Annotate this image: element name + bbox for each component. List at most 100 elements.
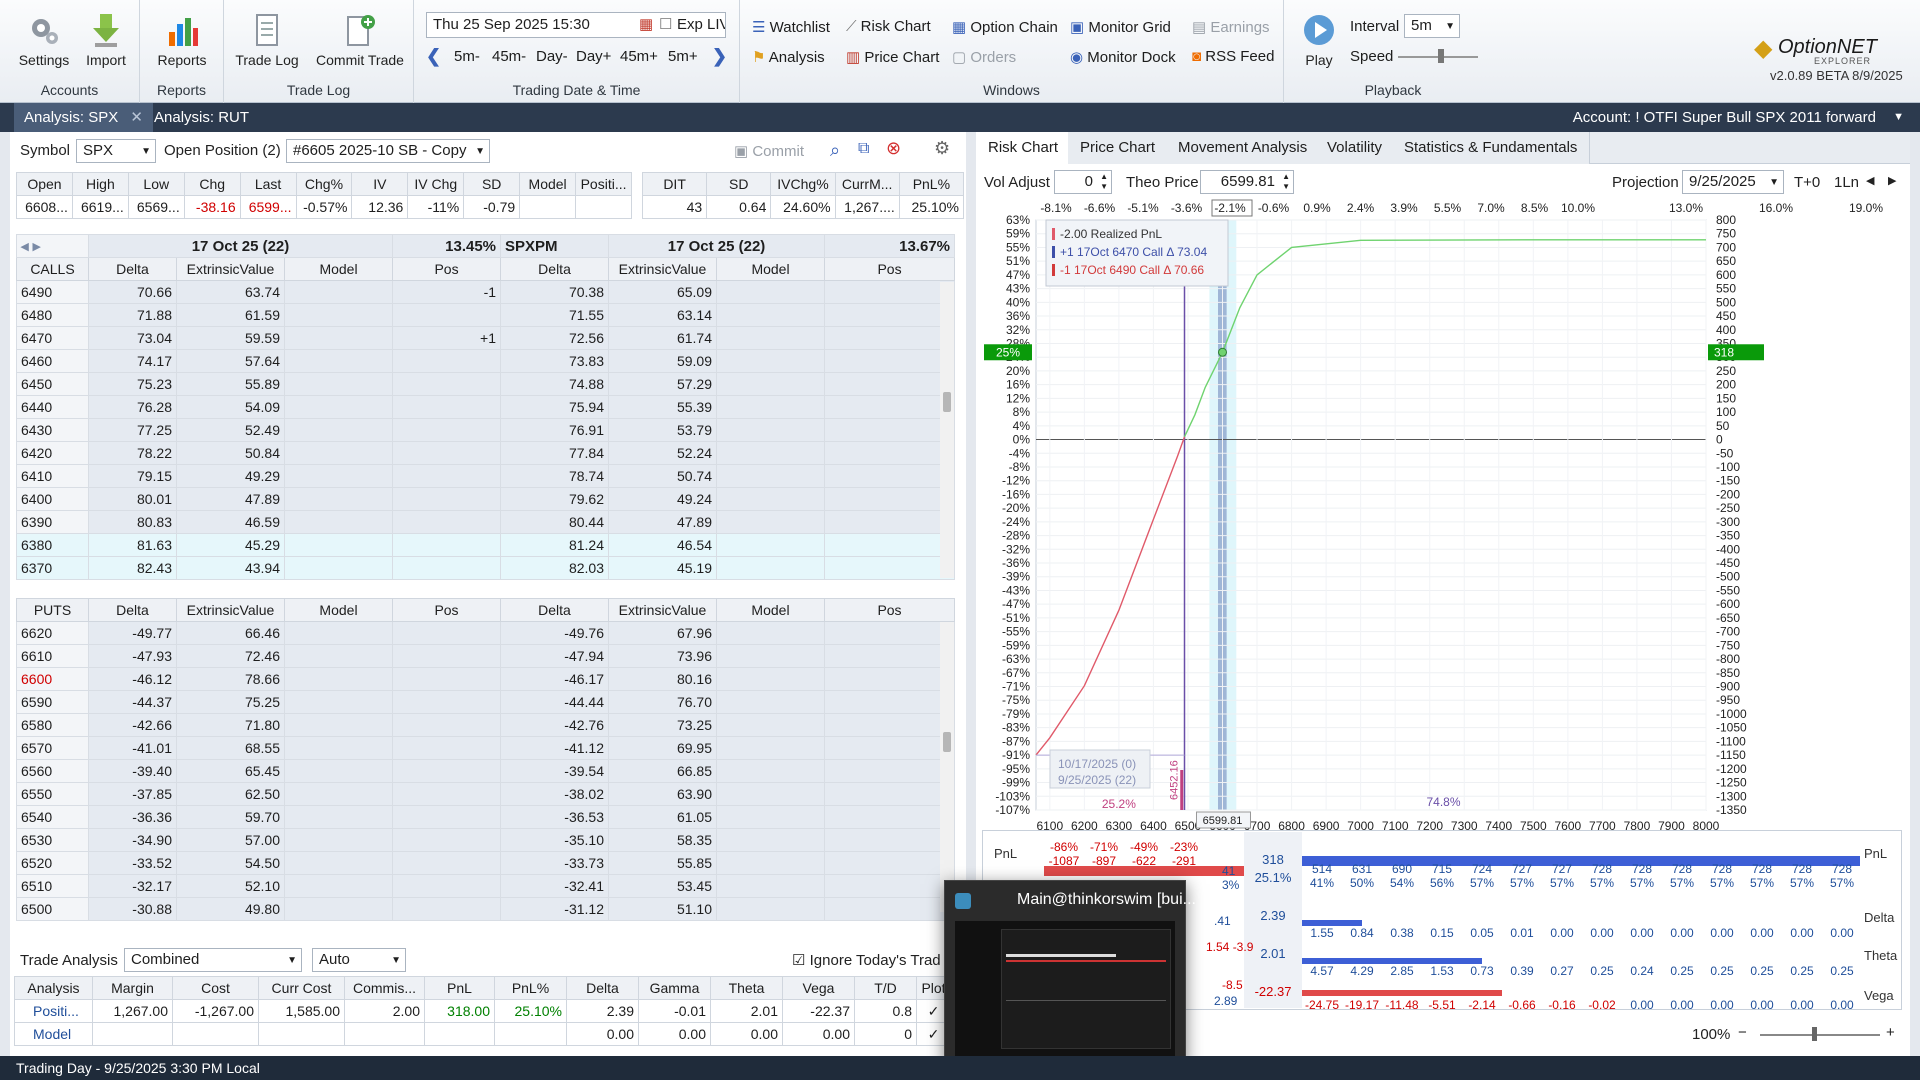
reports-button[interactable]: Reports (152, 12, 212, 68)
pos-cell (392, 418, 502, 442)
commit-trade-button[interactable]: Commit Trade (312, 12, 408, 68)
interval-select[interactable]: 5m ▼ (1404, 14, 1460, 38)
monitor-dock-button[interactable]: ◉ Monitor Dock (1070, 48, 1176, 66)
delete-icon[interactable]: ⊗ (886, 138, 901, 159)
put-row[interactable]: 6580 -42.66 71.80 -42.76 73.25 (16, 713, 955, 737)
put-row[interactable]: 6590 -44.37 75.25 -44.44 76.70 (16, 690, 955, 714)
step-day-back[interactable]: Day- (536, 48, 568, 65)
tab-price-chart[interactable]: Price Chart (1068, 132, 1169, 164)
put-row[interactable]: 6620 -49.77 66.46 -49.76 67.96 (16, 621, 955, 645)
watchlist-button[interactable]: ☰ Watchlist (752, 18, 830, 36)
call-row[interactable]: 6440 76.28 54.09 75.94 55.39 (16, 395, 956, 419)
put-row[interactable]: 6570 -41.01 68.55 -41.12 69.95 (16, 736, 955, 760)
rss-feed-button[interactable]: ◙ RSS Feed (1192, 48, 1274, 65)
gear-icon[interactable]: ⚙ (934, 138, 950, 159)
tab-volatility[interactable]: Volatility (1315, 132, 1396, 164)
exp-live-checkbox[interactable]: ☐ (659, 15, 672, 35)
put-row[interactable]: 6610 -47.93 72.46 -47.94 73.96 (16, 644, 955, 668)
zoom-slider[interactable] (1760, 1034, 1880, 1036)
model-cell (716, 713, 825, 737)
trade-analysis-row[interactable]: Positi... 1,267.00 -1,267.00 1,585.00 2.00 31… (14, 999, 951, 1023)
call-row[interactable]: 6390 80.83 46.59 80.44 47.89 (16, 510, 956, 534)
call-row[interactable]: 6380 81.63 45.29 81.24 46.54 (16, 533, 956, 557)
risk-chart[interactable]: 63% 800 59% 750 55% 700 51% 650 47% 600 43% 550 40% 5… (976, 198, 1910, 890)
copy-icon[interactable]: ⧉ (858, 140, 869, 158)
projection-date-select[interactable]: 9/25/2025 ▼ (1682, 170, 1784, 194)
account-selector[interactable]: Account: ! OTFI Super Bull SPX 2011 forw… (1573, 103, 1876, 132)
settings-button[interactable]: Settings (14, 12, 74, 68)
monitor-grid-button[interactable]: ▣ Monitor Grid (1070, 18, 1171, 36)
spinner-icon[interactable]: ▲ ▼ (1282, 172, 1290, 192)
close-icon[interactable]: ✕ (130, 109, 143, 126)
calendar-icon[interactable]: ▦ (639, 15, 653, 35)
calls-scrollbar[interactable] (940, 282, 954, 578)
analysis-button[interactable]: ⚑ Analysis (752, 48, 825, 66)
call-row[interactable]: 6450 75.23 55.89 74.88 57.29 (16, 372, 956, 396)
put-row[interactable]: 6560 -39.40 65.45 -39.54 66.85 (16, 759, 955, 783)
position-select[interactable]: #6605 2025-10 SB - Copy ▼ (286, 139, 490, 163)
puts-scroll-thumb[interactable] (943, 732, 951, 752)
chevron-right-icon[interactable]: ▶ (1888, 174, 1896, 187)
step-5m-back[interactable]: 5m- (454, 48, 480, 65)
import-button[interactable]: Import (78, 12, 134, 68)
call-row[interactable]: 6470 73.04 59.59 +1 72.56 61.74 (16, 326, 956, 350)
call-row[interactable]: 6480 71.88 61.59 71.55 63.14 (16, 303, 956, 327)
tab-risk-chart[interactable]: Risk Chart (976, 132, 1072, 164)
theo-price-input[interactable]: 6599.81 ▲ ▼ (1200, 170, 1294, 194)
puts-scrollbar[interactable] (940, 622, 954, 912)
step-forward-icon[interactable]: ❯ (712, 46, 727, 67)
zoom-slider-thumb[interactable] (1812, 1027, 1817, 1041)
price-chart-button[interactable]: ▥ Price Chart (846, 48, 939, 66)
option-chain-button[interactable]: ▦ Option Chain (952, 18, 1058, 36)
spinner-icon[interactable]: ▲ ▼ (1100, 172, 1108, 192)
orders-button[interactable]: ▢ Orders (952, 48, 1016, 66)
commit-button[interactable]: ▣ Commit (734, 142, 804, 160)
step-5m-forward[interactable]: 5m+ (668, 48, 698, 65)
speed-slider-thumb[interactable] (1438, 49, 1444, 63)
auto-select[interactable]: Auto ▼ (312, 948, 406, 972)
vol-adjust-input[interactable]: 0 ▲ ▼ (1054, 170, 1112, 194)
put-row[interactable]: 6540 -36.36 59.70 -36.53 61.05 (16, 805, 955, 829)
put-row[interactable]: 6520 -33.52 54.50 -33.73 55.85 (16, 851, 955, 875)
step-back-icon[interactable]: ❮ (426, 46, 441, 67)
trading-date-field[interactable]: Thu 25 Sep 2025 15:30 ▦ ☐ Exp LIVE (426, 12, 726, 38)
call-row[interactable]: 6370 82.43 43.94 82.03 45.19 (16, 556, 956, 580)
lines-label[interactable]: 1Ln (1834, 174, 1859, 191)
symbol-select[interactable]: SPX ▼ (76, 139, 156, 163)
put-row[interactable]: 6600 -46.12 78.66 -46.17 80.16 (16, 667, 955, 691)
play-button[interactable]: Play (1296, 12, 1342, 68)
step-45m-back[interactable]: 45m- (492, 48, 526, 65)
put-row[interactable]: 6510 -32.17 52.10 -32.41 53.45 (16, 874, 955, 898)
t0-label[interactable]: T+0 (1794, 174, 1820, 191)
zoom-out-icon[interactable]: − (1738, 1024, 1747, 1041)
tab-movement-analysis[interactable]: Movement Analysis (1166, 132, 1321, 164)
put-row[interactable]: 6550 -37.85 62.50 -38.02 63.90 (16, 782, 955, 806)
trade-analysis-row[interactable]: Model 0.00 0.00 0.00 0.00 0 ✓ (14, 1022, 951, 1046)
risk-chart-button[interactable]: ⟋ Risk Chart (846, 18, 931, 35)
put-row[interactable]: 6530 -34.90 57.00 -35.10 58.35 (16, 828, 955, 852)
chevron-down-icon[interactable]: ▼ (1893, 103, 1904, 132)
call-row[interactable]: 6400 80.01 47.89 79.62 49.24 (16, 487, 956, 511)
tab-analysis-rut[interactable]: Analysis: RUT (144, 103, 259, 132)
call-row[interactable]: 6430 77.25 52.49 76.91 53.79 (16, 418, 956, 442)
chain-nav-arrows[interactable]: ◂ ▸ (16, 234, 89, 258)
trade-analysis-mode-select[interactable]: Combined ▼ (124, 948, 302, 972)
tab-analysis-spx[interactable]: Analysis: SPX ✕ (14, 103, 153, 132)
zoom-in-icon[interactable]: + (1886, 1024, 1895, 1041)
earnings-button[interactable]: ▤ Earnings (1192, 18, 1270, 36)
put-row[interactable]: 6500 -30.88 49.80 -31.12 51.10 (16, 897, 955, 921)
search-icon[interactable]: ⌕ (830, 140, 840, 161)
delta-cell: 70.38 (500, 280, 610, 304)
call-row[interactable]: 6410 79.15 49.29 78.74 50.74 (16, 464, 956, 488)
trade-log-button[interactable]: Trade Log (232, 12, 302, 68)
step-45m-forward[interactable]: 45m+ (620, 48, 658, 65)
calls-scroll-thumb[interactable] (943, 392, 951, 412)
ignore-today-checkbox[interactable]: ☑ Ignore Today's Trad (792, 951, 941, 969)
taskbar-preview-popup[interactable]: Main@thinkorswim [bui... (944, 880, 1196, 1066)
call-row[interactable]: 6490 70.66 63.74 -1 70.38 65.09 (16, 280, 956, 304)
call-row[interactable]: 6420 78.22 50.84 77.84 52.24 (16, 441, 956, 465)
call-row[interactable]: 6460 74.17 57.64 73.83 59.09 (16, 349, 956, 373)
chevron-left-icon[interactable]: ◀ (1866, 174, 1874, 187)
tab-statistics[interactable]: Statistics & Fundamentals (1392, 132, 1591, 164)
step-day-forward[interactable]: Day+ (576, 48, 611, 65)
